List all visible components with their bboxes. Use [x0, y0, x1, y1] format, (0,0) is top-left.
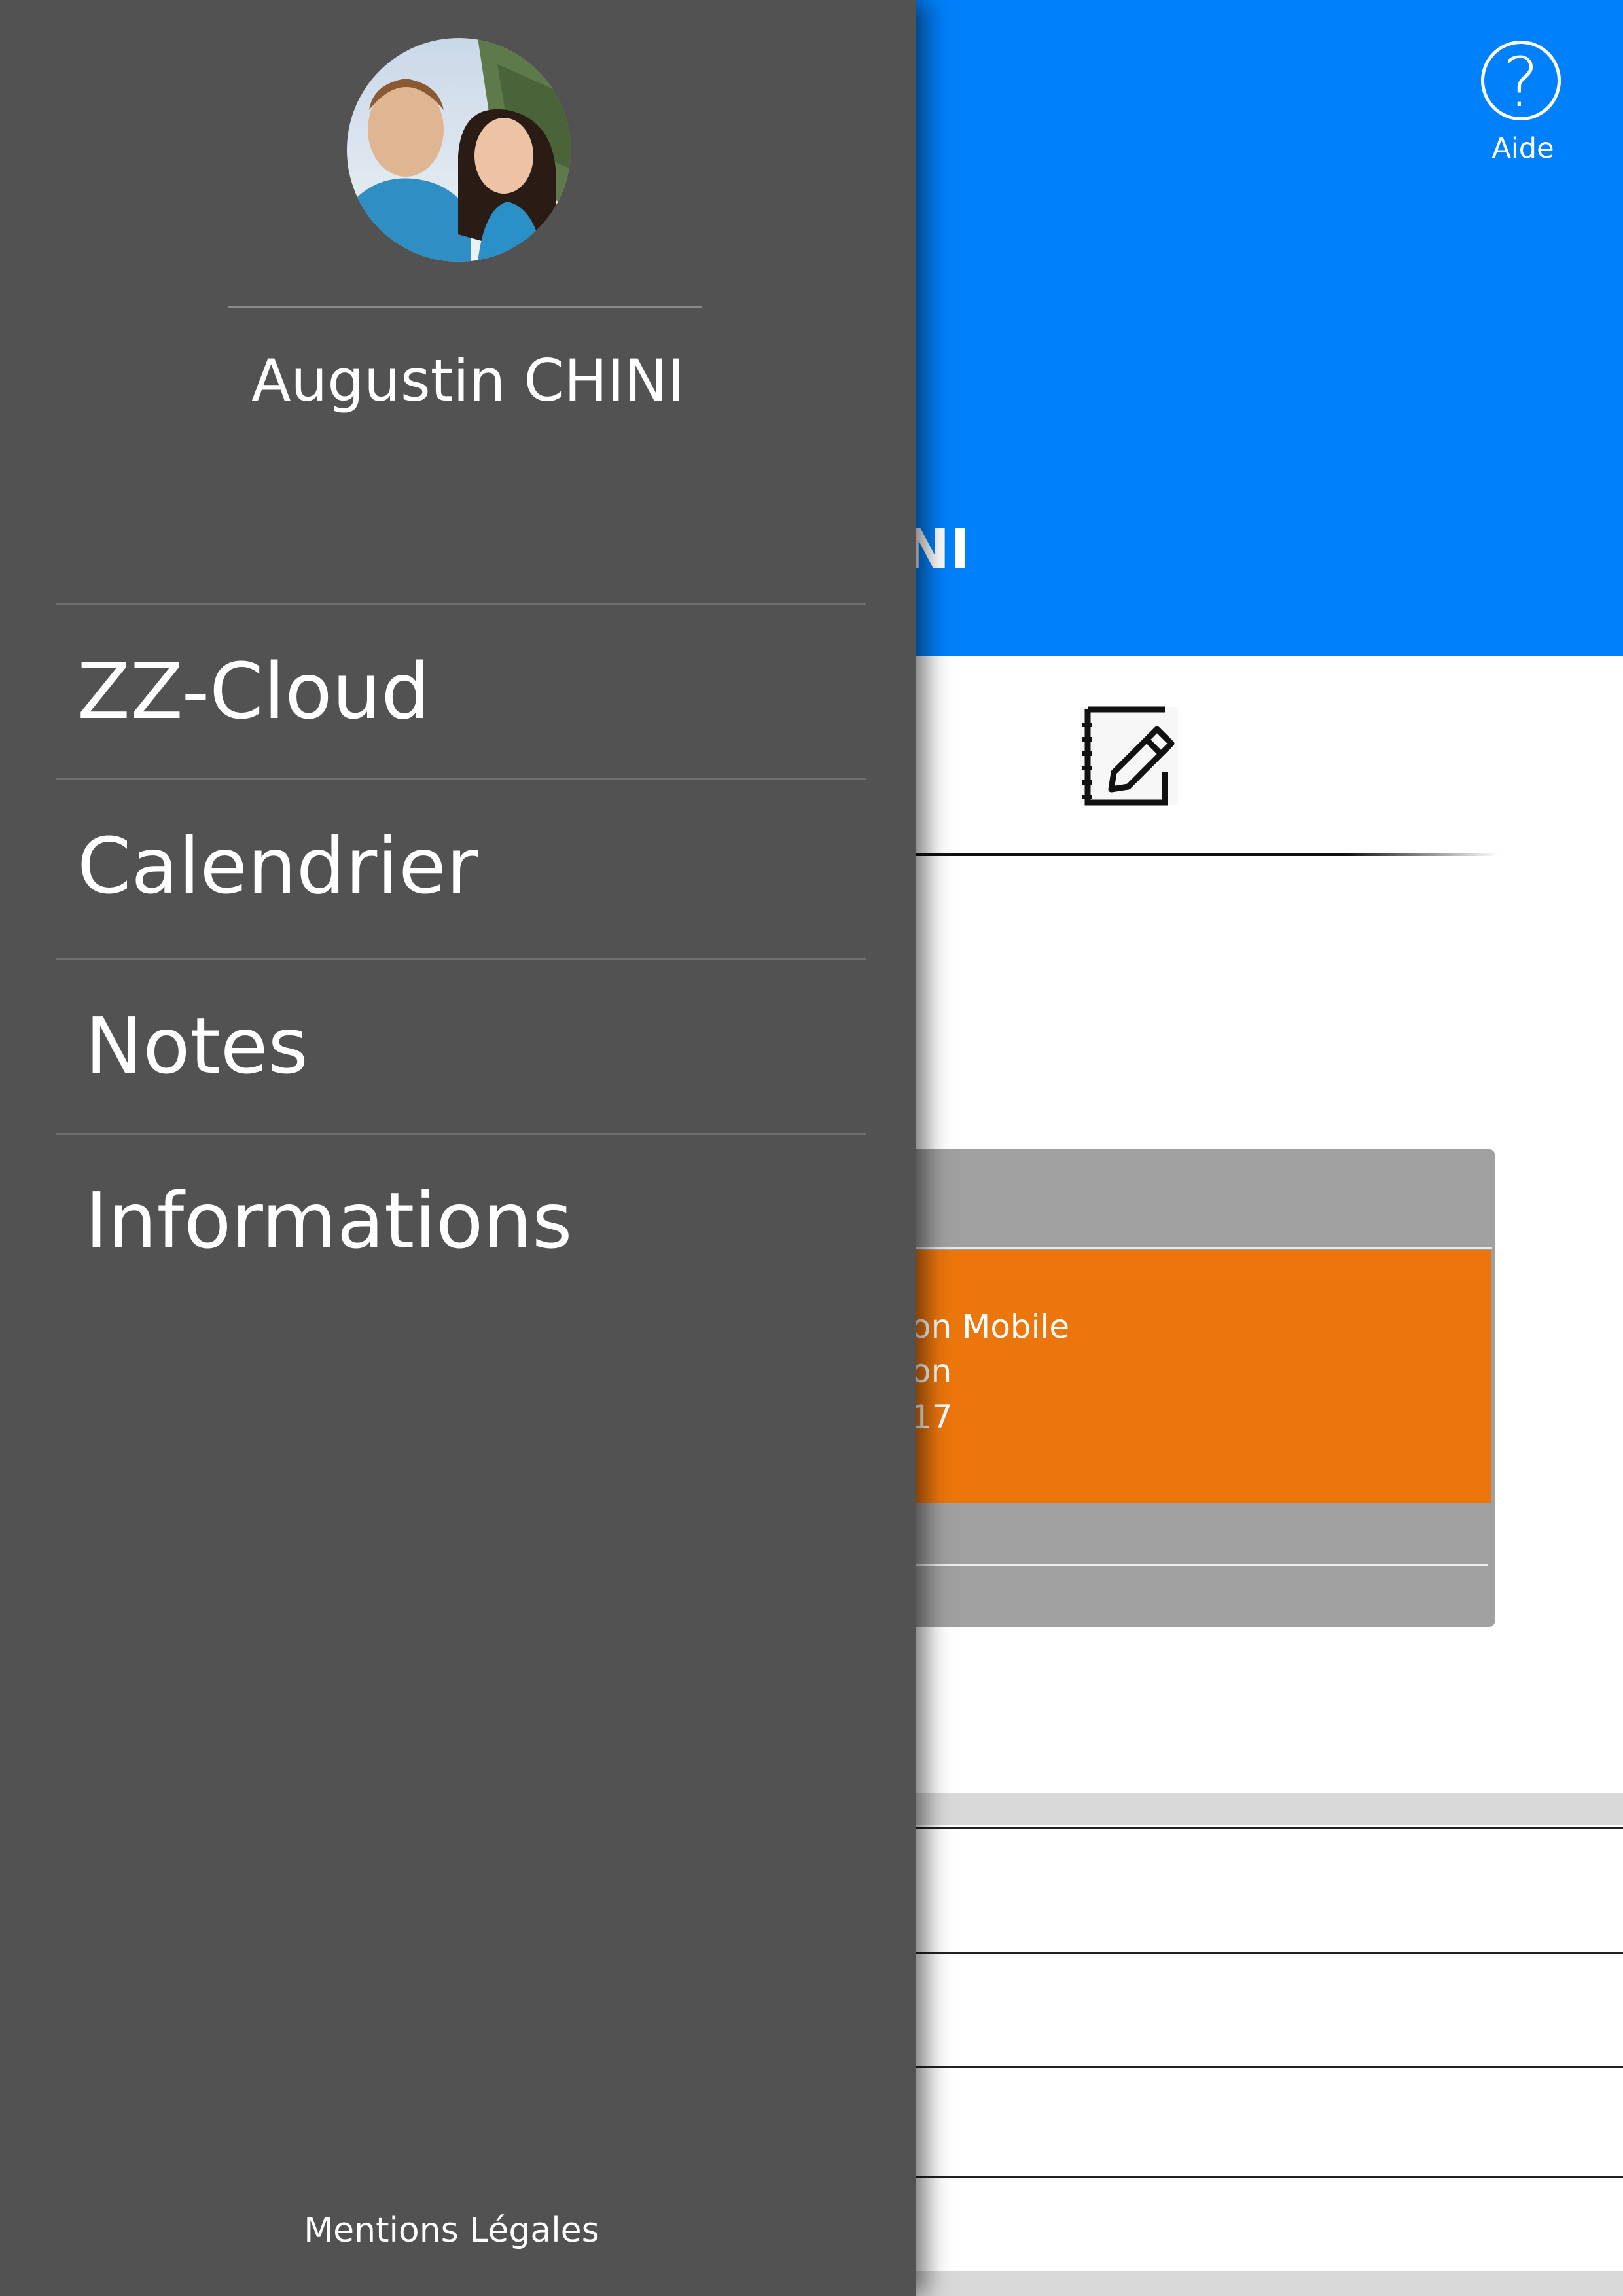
menu-item-notes[interactable]: Notes: [56, 960, 866, 1132]
menu-item-calendrier[interactable]: Calendrier: [56, 780, 866, 952]
menu-item-label: Calendrier: [77, 821, 478, 911]
list-row-separator: [890, 2066, 1623, 2068]
list-footer: [890, 2271, 1623, 2296]
tab-underline: [890, 853, 1499, 856]
avatar[interactable]: [347, 38, 571, 262]
menu-item-zz-cloud[interactable]: ZZ-Cloud: [56, 605, 866, 778]
profile-photo: [347, 38, 571, 262]
help-label: Aide: [1491, 132, 1554, 165]
menu-item-label: Informations: [85, 1175, 573, 1266]
list-row-separator: [890, 1827, 1623, 1829]
help-button[interactable]: ? Aide: [1472, 38, 1573, 169]
notebook-edit-icon[interactable]: [1073, 700, 1185, 812]
menu-item-label: Notes: [85, 1001, 308, 1091]
menu-item-label: ZZ-Cloud: [77, 646, 431, 736]
legal-notice-link[interactable]: Mentions Légales: [196, 2211, 707, 2250]
list-section-header: [890, 1793, 1623, 1825]
menu-item-informations[interactable]: Informations: [56, 1134, 866, 1307]
navigation-drawer: Augustin CHINI ZZ-Cloud Calendrier Notes…: [0, 0, 916, 2296]
list-row-separator: [890, 1952, 1623, 1954]
drawer-user-name: Augustin CHINI: [251, 347, 685, 414]
list-row-separator: [890, 2176, 1623, 2178]
question-circle-icon: ?: [1481, 41, 1561, 121]
name-divider: [228, 306, 702, 308]
